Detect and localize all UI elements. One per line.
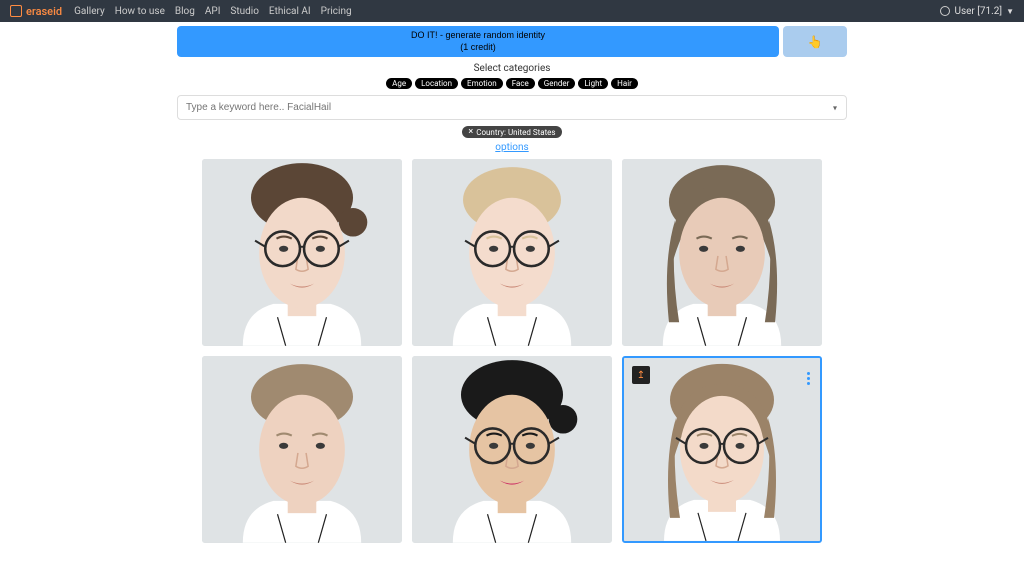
navbar-left: eraseid Gallery How to use Blog API Stud… [10, 5, 352, 18]
filter-tags: × Country: United States [172, 126, 852, 138]
nav-studio[interactable]: Studio [230, 6, 259, 17]
nav-blog[interactable]: Blog [175, 6, 195, 17]
do-it-line2: (1 credit) [181, 42, 775, 54]
category-pills: Age Location Emotion Face Gender Light H… [172, 78, 852, 89]
user-icon [940, 6, 950, 16]
brand-logo[interactable]: eraseid [10, 5, 62, 18]
face-card-2[interactable] [622, 159, 822, 346]
search-container: ▾ [177, 95, 847, 120]
categories-label: Select categories [172, 63, 852, 74]
nav-api[interactable]: API [205, 6, 221, 17]
face-grid: ↥ [172, 159, 852, 542]
nav-pricing[interactable]: Pricing [321, 6, 352, 17]
keyword-input[interactable] [177, 95, 847, 120]
do-it-row: DO IT! - generate random identity (1 cre… [172, 26, 852, 57]
close-icon: × [468, 127, 473, 137]
pill-face[interactable]: Face [506, 78, 535, 89]
pill-emotion[interactable]: Emotion [461, 78, 503, 89]
nav-gallery[interactable]: Gallery [74, 6, 105, 17]
filter-country-tag[interactable]: × Country: United States [462, 126, 561, 138]
brand-name: eraseid [26, 5, 62, 18]
search-wrap: ▾ [172, 95, 852, 120]
pill-age[interactable]: Age [386, 78, 412, 89]
more-options-icon[interactable] [807, 372, 810, 385]
pill-gender[interactable]: Gender [538, 78, 576, 89]
upload-icon[interactable]: ↥ [632, 366, 650, 384]
face-card-5[interactable]: ↥ [622, 356, 822, 543]
pill-location[interactable]: Location [415, 78, 458, 89]
pill-hair[interactable]: Hair [611, 78, 638, 89]
nav-links: Gallery How to use Blog API Studio Ethic… [74, 6, 352, 17]
filter-country-label: Country: United States [476, 128, 555, 137]
face-card-1[interactable] [412, 159, 612, 346]
logo-icon [10, 5, 22, 17]
face-card-3[interactable] [202, 356, 402, 543]
do-it-line1: DO IT! - generate random identity [181, 30, 775, 42]
main-container: DO IT! - generate random identity (1 cre… [172, 22, 852, 553]
face-card-0[interactable] [202, 159, 402, 346]
do-it-button[interactable]: DO IT! - generate random identity (1 cre… [177, 26, 779, 57]
navbar-user[interactable]: User [71.2] ▼ [940, 6, 1014, 17]
face-card-4[interactable] [412, 356, 612, 543]
options-link-wrap: options [172, 142, 852, 153]
thumbs-button[interactable]: 👆 [783, 26, 847, 57]
options-link[interactable]: options [495, 142, 528, 153]
pill-light[interactable]: Light [578, 78, 608, 89]
nav-how-to-use[interactable]: How to use [115, 6, 165, 17]
nav-ethical-ai[interactable]: Ethical AI [269, 6, 311, 17]
top-navbar: eraseid Gallery How to use Blog API Stud… [0, 0, 1024, 22]
chevron-down-icon: ▼ [1006, 7, 1014, 16]
user-label: User [71.2] [954, 6, 1002, 17]
thumbs-icon: 👆 [808, 35, 823, 49]
dropdown-caret-icon[interactable]: ▾ [833, 103, 837, 112]
